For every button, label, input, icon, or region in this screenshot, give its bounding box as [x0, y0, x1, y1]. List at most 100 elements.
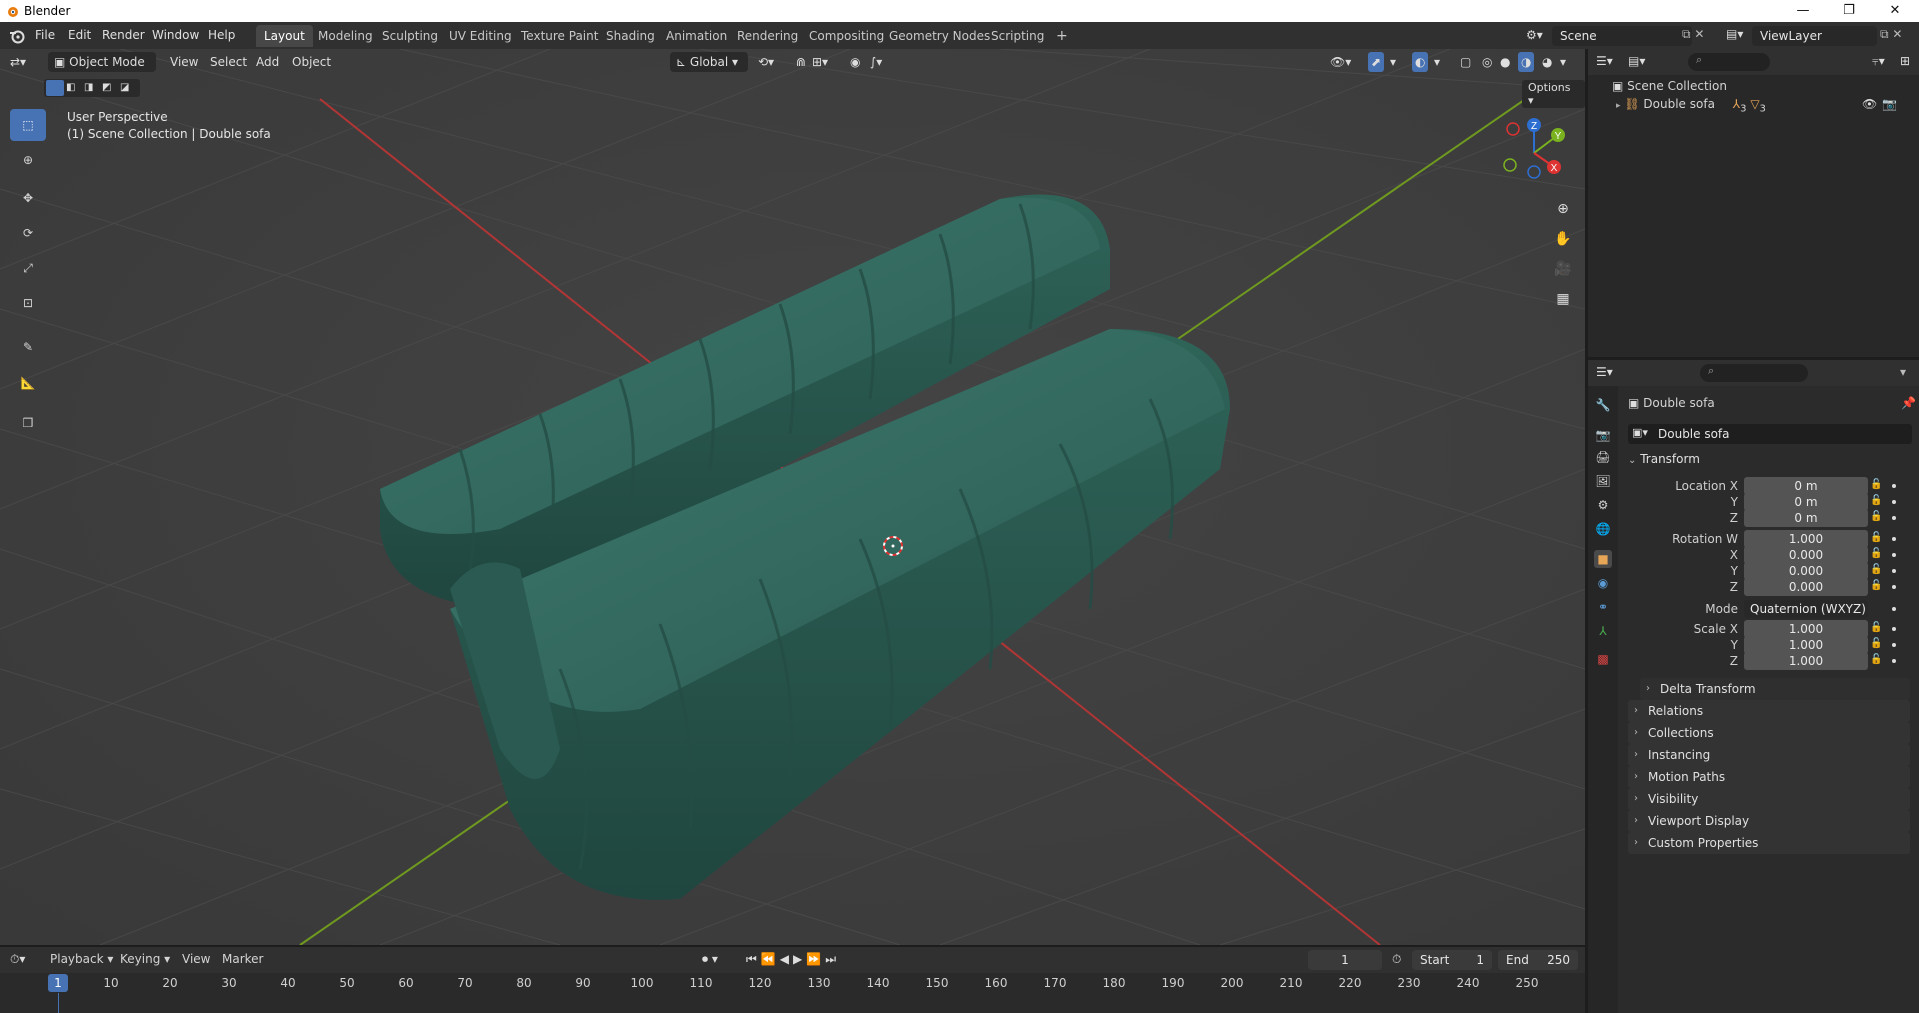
scene-type-icon[interactable]: ⚙▾	[1526, 28, 1543, 42]
properties-search-input[interactable]: ⌕	[1700, 364, 1808, 382]
keyframe-dot[interactable]	[1892, 607, 1896, 611]
lock-scale-y-icon[interactable]: 🔓	[1870, 638, 1884, 652]
tab-compositing[interactable]: Compositing	[801, 25, 892, 47]
rendered-shading-icon[interactable]: ◕	[1542, 52, 1552, 72]
viewport-menu-object[interactable]: Object	[292, 52, 331, 72]
select-intersect-icon[interactable]: ◪	[120, 82, 129, 93]
navigation-gizmo[interactable]: Z Y X	[1496, 115, 1572, 191]
select-extend-icon[interactable]: ◧	[66, 82, 75, 93]
overlay-toggle-icon[interactable]: ◐	[1412, 52, 1429, 72]
viewlayer-new-icon[interactable]: ⧉ ✕	[1880, 27, 1902, 42]
scene-tab-icon[interactable]: ⚙	[1594, 496, 1612, 514]
preview-range-icon[interactable]: ⏱	[1392, 952, 1401, 967]
tool-transform[interactable]: ⊡	[10, 287, 46, 319]
instancing-panel[interactable]: › Instancing	[1628, 744, 1910, 766]
viewport-display-panel[interactable]: › Viewport Display	[1628, 810, 1910, 832]
tab-modeling[interactable]: Modeling	[310, 25, 381, 47]
physics-tab-icon[interactable]: ◉	[1594, 574, 1612, 592]
zoom-icon[interactable]: ⊕	[1551, 197, 1575, 221]
tool-measure[interactable]: 📐	[10, 367, 46, 399]
tab-geometry-nodes[interactable]: Geometry Nodes	[881, 25, 998, 47]
outliner-search-input[interactable]: ⌕	[1688, 53, 1770, 71]
play-icon[interactable]: ▶	[793, 952, 806, 966]
timeline-menu-keying[interactable]: Keying ▾	[120, 952, 170, 966]
snap-icon[interactable]: ⋒	[796, 52, 806, 72]
play-reverse-icon[interactable]: ◀	[780, 952, 793, 966]
material-shading-icon[interactable]: ◑	[1518, 52, 1535, 72]
expand-chevron-icon[interactable]: ▸	[1616, 101, 1621, 111]
keyframe-dot[interactable]	[1892, 516, 1896, 520]
object-tab-icon[interactable]: ■	[1594, 550, 1612, 568]
tab-sculpting[interactable]: Sculpting	[374, 25, 446, 47]
visibility-icon[interactable]: 👁▾	[1330, 52, 1351, 72]
keyframe-dot[interactable]	[1892, 643, 1896, 647]
viewport-menu-select[interactable]: Select	[210, 52, 247, 72]
jump-start-icon[interactable]: ⏮	[746, 952, 761, 966]
keyframe-dot[interactable]	[1892, 659, 1896, 663]
record-keyframe-icon[interactable]: ⏺ ▾	[702, 952, 718, 967]
timeline-editor-type-icon[interactable]: ⏱▾	[10, 952, 25, 967]
keyframe-dot[interactable]	[1892, 484, 1896, 488]
tool-cursor[interactable]: ⊕	[10, 144, 46, 176]
wireframe-shading-icon[interactable]: ◎	[1482, 52, 1492, 72]
constraints-tab-icon[interactable]: ⚭	[1594, 598, 1612, 616]
jump-end-icon[interactable]: ⏭	[825, 952, 840, 966]
lock-rotation-z-icon[interactable]: 🔓	[1870, 580, 1884, 594]
select-new-icon[interactable]	[46, 80, 64, 96]
3d-viewport[interactable]: ⇄▾ ▣ Object Mode ▾ View Select Add Objec…	[0, 49, 1585, 945]
playback-controls[interactable]: ⏮⏪◀▶⏩⏭	[746, 952, 840, 967]
keyframe-dot[interactable]	[1892, 537, 1896, 541]
select-subtract-icon[interactable]: ◨	[84, 82, 93, 93]
camera-view-icon[interactable]: 🎥	[1551, 257, 1575, 281]
world-tab-icon[interactable]: 🌐	[1594, 520, 1612, 538]
minimize-button[interactable]: —	[1780, 0, 1826, 22]
menu-help[interactable]: Help	[208, 28, 235, 42]
outliner-row-double-sofa[interactable]: ▸ ⛓ Double sofa ⅄3 ▽3 👁 📷	[1616, 97, 1912, 114]
menu-window[interactable]: Window	[152, 28, 199, 42]
outliner-row-scene-collection[interactable]: ▣ Scene Collection	[1612, 79, 1727, 93]
solid-shading-icon[interactable]: ●	[1500, 52, 1510, 72]
hide-in-viewport-icon[interactable]: 👁	[1862, 97, 1877, 111]
tool-move[interactable]: ✥	[10, 182, 46, 214]
pivot-point-icon[interactable]: ⟲▾	[758, 52, 774, 72]
transform-panel-header[interactable]: ⌄ Transform	[1628, 452, 1910, 472]
restore-button[interactable]: ❐	[1826, 0, 1872, 22]
relations-panel[interactable]: › Relations	[1628, 700, 1910, 722]
proportional-edit-icon[interactable]: ◉	[850, 52, 860, 72]
shading-dropdown-icon[interactable]: ▾	[1560, 52, 1566, 72]
options-dropdown[interactable]: Options ▾	[1522, 80, 1585, 108]
close-button[interactable]: ✕	[1872, 0, 1918, 22]
viewport-menu-add[interactable]: Add	[256, 52, 279, 72]
scale-z-field[interactable]: 1.000	[1744, 652, 1868, 670]
disable-render-icon[interactable]: 📷	[1882, 97, 1897, 111]
tool-select-box[interactable]: ⬚	[10, 109, 46, 141]
keyframe-dot[interactable]	[1892, 627, 1896, 631]
viewlayer-icon[interactable]: ▤▾	[1726, 27, 1743, 41]
blender-menu-icon[interactable]	[9, 28, 25, 44]
tab-rendering[interactable]: Rendering	[729, 25, 806, 47]
display-mode-icon[interactable]: ▤▾	[1628, 54, 1645, 68]
transform-orientation-dropdown[interactable]: ⊾ Global ▾	[670, 52, 748, 72]
timeline-ruler[interactable]: 1 10 20 30 40 50 60 70 80 90 100 110 120…	[0, 973, 1585, 993]
prev-keyframe-icon[interactable]: ⏪	[761, 952, 780, 966]
lock-rotation-x-icon[interactable]: 🔓	[1870, 548, 1884, 562]
editor-type-icon[interactable]: ⇄▾	[10, 52, 26, 72]
tab-texture-paint[interactable]: Texture Paint	[513, 25, 606, 47]
xray-icon[interactable]: ▢	[1460, 52, 1471, 72]
pin-icon[interactable]: 📌	[1901, 396, 1916, 410]
lock-location-y-icon[interactable]: 🔓	[1870, 495, 1884, 509]
outliner-editor-type-icon[interactable]: ☰▾	[1596, 54, 1613, 68]
tool-rotate[interactable]: ⟳	[10, 217, 46, 249]
motion-paths-panel[interactable]: › Motion Paths	[1628, 766, 1910, 788]
add-workspace-icon[interactable]: +	[1048, 25, 1076, 47]
properties-options-icon[interactable]: ▾	[1900, 365, 1906, 379]
tab-uv-editing[interactable]: UV Editing	[441, 25, 520, 47]
lock-rotation-y-icon[interactable]: 🔓	[1870, 564, 1884, 578]
menu-edit[interactable]: Edit	[68, 28, 91, 42]
menu-file[interactable]: File	[35, 28, 55, 42]
scene-selector[interactable]: Scene	[1552, 26, 1692, 46]
overlay-dropdown-icon[interactable]: ▾	[1434, 52, 1440, 72]
properties-editor-type-icon[interactable]: ☰▾	[1596, 365, 1613, 379]
tool-annotate[interactable]: ✎	[10, 331, 46, 363]
lock-scale-z-icon[interactable]: 🔓	[1870, 654, 1884, 668]
